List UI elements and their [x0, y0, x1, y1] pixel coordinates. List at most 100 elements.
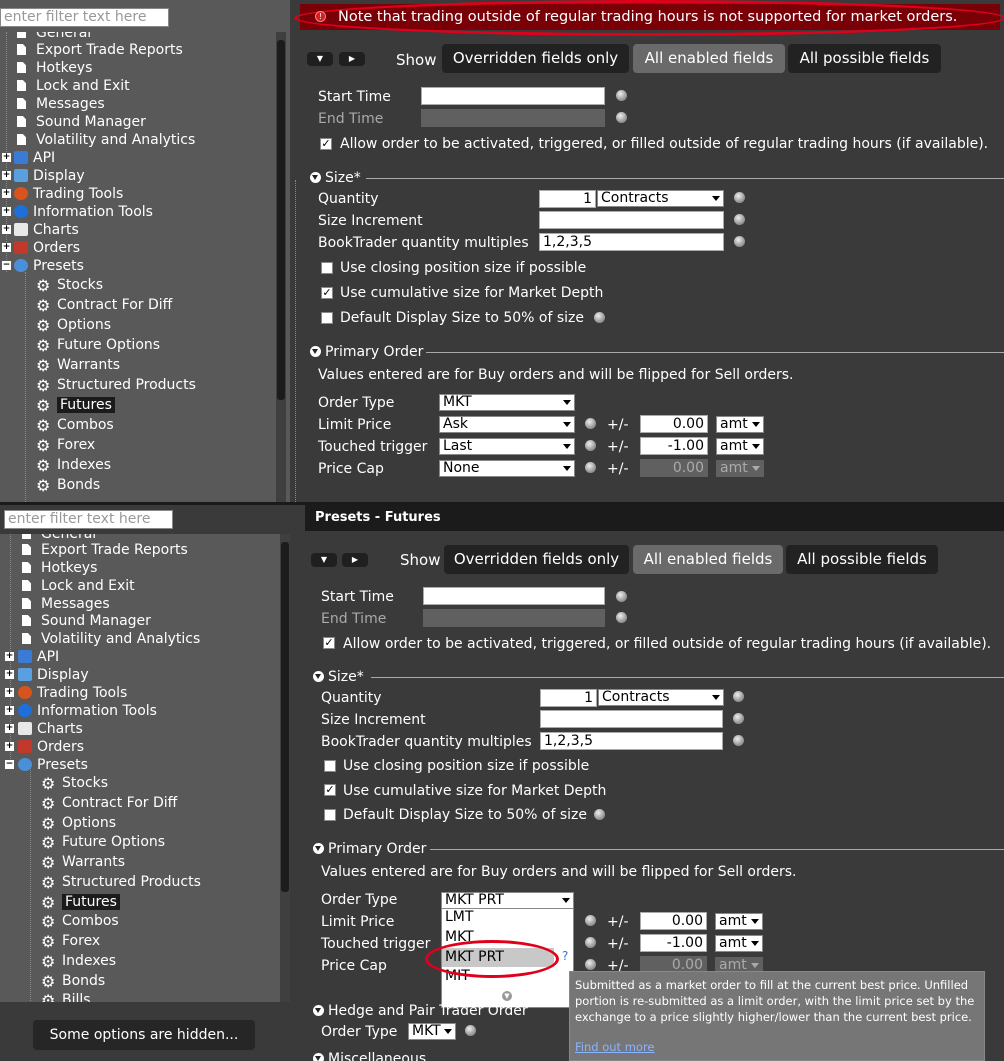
- tree-item-warrants[interactable]: ⚙ Warrants: [41, 853, 125, 871]
- expand-icon[interactable]: +: [5, 688, 14, 697]
- expand-icon[interactable]: +: [2, 243, 11, 252]
- tree-item-info-tools[interactable]: Information Tools: [18, 702, 157, 720]
- info-icon[interactable]: [585, 462, 596, 473]
- top-filter-input[interactable]: enter filter text here: [0, 8, 169, 27]
- tree-item-futures[interactable]: ⚙ Futures: [41, 893, 120, 911]
- expand-icon[interactable]: +: [2, 171, 11, 180]
- info-icon[interactable]: [616, 90, 627, 101]
- quantity-field[interactable]: 1: [539, 190, 596, 208]
- tree-item-future-options[interactable]: ⚙ Future Options: [36, 336, 160, 354]
- info-icon[interactable]: [594, 312, 605, 323]
- quantity-field[interactable]: 1: [540, 689, 597, 707]
- info-icon[interactable]: [465, 1025, 476, 1036]
- dropdown-scroll-down-icon[interactable]: ▼: [502, 991, 512, 1001]
- tree-item-display[interactable]: Display: [18, 666, 89, 684]
- tree-item-forex[interactable]: ⚙ Forex: [41, 932, 100, 950]
- tree-item-warrants[interactable]: ⚙ Warrants: [36, 356, 120, 374]
- bottom-filter-input[interactable]: enter filter text here: [4, 510, 173, 529]
- tree-item-sound[interactable]: Sound Manager: [22, 612, 151, 630]
- closing-size-checkbox[interactable]: [324, 760, 336, 772]
- touched-trigger-select[interactable]: Last: [439, 438, 575, 455]
- tree-item-indexes[interactable]: ⚙ Indexes: [41, 952, 116, 970]
- collapse-all-button[interactable]: ▼: [307, 52, 333, 66]
- info-icon[interactable]: [585, 959, 596, 970]
- top-tree-scrollbar[interactable]: [276, 32, 286, 502]
- info-icon[interactable]: [734, 192, 745, 203]
- info-icon[interactable]: [616, 612, 627, 623]
- misc-section-header[interactable]: Miscellaneous: [313, 1051, 426, 1061]
- info-icon[interactable]: [733, 735, 744, 746]
- info-icon[interactable]: [733, 713, 744, 724]
- tree-item-bills[interactable]: ⚙ Bills: [41, 991, 91, 1002]
- hedge-order-type-select[interactable]: MKT: [408, 1023, 456, 1040]
- limit-offset-field[interactable]: 0.00: [640, 912, 707, 930]
- tree-item-trading-tools[interactable]: Trading Tools: [14, 185, 123, 203]
- tree-item-combos[interactable]: ⚙ Combos: [41, 912, 119, 930]
- limit-offset-field[interactable]: 0.00: [640, 415, 708, 433]
- info-icon[interactable]: [594, 809, 605, 820]
- tree-item-export[interactable]: Export Trade Reports: [22, 541, 188, 559]
- tree-item-cfd[interactable]: ⚙ Contract For Diff: [41, 794, 177, 812]
- order-type-select[interactable]: MKT: [439, 394, 575, 411]
- tree-item-options[interactable]: ⚙ Options: [41, 814, 116, 832]
- display-size-checkbox[interactable]: [321, 312, 333, 324]
- info-icon[interactable]: [585, 418, 596, 429]
- overridden-fields-button[interactable]: Overridden fields only: [442, 44, 629, 73]
- limit-price-select[interactable]: Ask: [439, 416, 575, 433]
- expand-icon[interactable]: +: [5, 724, 14, 733]
- tree-item-cfd[interactable]: ⚙ Contract For Diff: [36, 296, 172, 314]
- quantity-unit-select[interactable]: Contracts: [598, 689, 724, 706]
- hidden-options-button[interactable]: Some options are hidden...: [33, 1020, 255, 1050]
- start-time-field[interactable]: [421, 87, 605, 105]
- tree-item-charts[interactable]: Charts: [14, 221, 79, 239]
- expand-icon[interactable]: +: [2, 225, 11, 234]
- tree-item-indexes[interactable]: ⚙ Indexes: [36, 456, 111, 474]
- size-increment-field[interactable]: [540, 710, 723, 728]
- primary-order-header[interactable]: Primary Order: [313, 841, 426, 857]
- info-icon[interactable]: [585, 937, 596, 948]
- tree-item-api[interactable]: API: [14, 149, 55, 167]
- size-section-header[interactable]: Size*: [313, 669, 364, 685]
- touched-offset-unit[interactable]: amt: [715, 935, 763, 952]
- enabled-fields-button[interactable]: All enabled fields: [633, 545, 783, 574]
- size-increment-field[interactable]: [539, 211, 724, 229]
- tree-item-structured[interactable]: ⚙ Structured Products: [36, 376, 196, 394]
- expand-icon[interactable]: +: [2, 189, 11, 198]
- order-type-select[interactable]: MKT PRT: [441, 892, 574, 909]
- enabled-fields-button[interactable]: All enabled fields: [633, 44, 785, 73]
- tree-item-future-options[interactable]: ⚙ Future Options: [41, 833, 165, 851]
- overridden-fields-button[interactable]: Overridden fields only: [444, 545, 629, 574]
- allow-outside-checkbox[interactable]: ✓: [323, 637, 335, 649]
- tree-item-hotkeys[interactable]: Hotkeys: [17, 59, 92, 77]
- tree-item-api[interactable]: API: [18, 648, 59, 666]
- tree-item-structured[interactable]: ⚙ Structured Products: [41, 873, 201, 891]
- collapse-icon[interactable]: −: [2, 261, 11, 270]
- info-icon[interactable]: [585, 915, 596, 926]
- expand-icon[interactable]: +: [2, 153, 11, 162]
- booktrader-field[interactable]: 1,2,3,5: [539, 233, 724, 251]
- info-icon[interactable]: [616, 591, 627, 602]
- possible-fields-button[interactable]: All possible fields: [788, 44, 941, 73]
- tree-item-hotkeys[interactable]: Hotkeys: [22, 559, 97, 577]
- display-size-checkbox[interactable]: [324, 809, 336, 821]
- tree-item-bonds[interactable]: ⚙ Bonds: [41, 972, 105, 990]
- limit-offset-unit[interactable]: amt: [715, 913, 763, 930]
- tree-item-volatility[interactable]: Volatility and Analytics: [22, 630, 200, 648]
- primary-order-header[interactable]: Primary Order: [310, 344, 423, 360]
- tree-item-presets[interactable]: Presets: [14, 257, 84, 275]
- tree-item-bonds[interactable]: ⚙ Bonds: [36, 476, 100, 494]
- tree-item-lock[interactable]: Lock and Exit: [22, 577, 135, 595]
- dropdown-option-lmt[interactable]: LMT: [445, 909, 473, 925]
- tree-item-info-tools[interactable]: Information Tools: [14, 203, 153, 221]
- bottom-tree-scrollbar[interactable]: [280, 534, 290, 1002]
- tree-item-trading-tools[interactable]: Trading Tools: [18, 684, 127, 702]
- touched-offset-field[interactable]: -1.00: [640, 437, 708, 455]
- tree-item-charts[interactable]: Charts: [18, 720, 83, 738]
- tree-item-sound[interactable]: Sound Manager: [17, 113, 146, 131]
- quantity-unit-select[interactable]: Contracts: [597, 190, 724, 207]
- start-time-field[interactable]: [423, 587, 605, 605]
- collapse-icon[interactable]: −: [5, 760, 14, 769]
- tree-item-stocks[interactable]: ⚙ Stocks: [36, 276, 103, 294]
- tree-item-messages[interactable]: Messages: [17, 95, 105, 113]
- tree-item-volatility[interactable]: Volatility and Analytics: [17, 131, 195, 149]
